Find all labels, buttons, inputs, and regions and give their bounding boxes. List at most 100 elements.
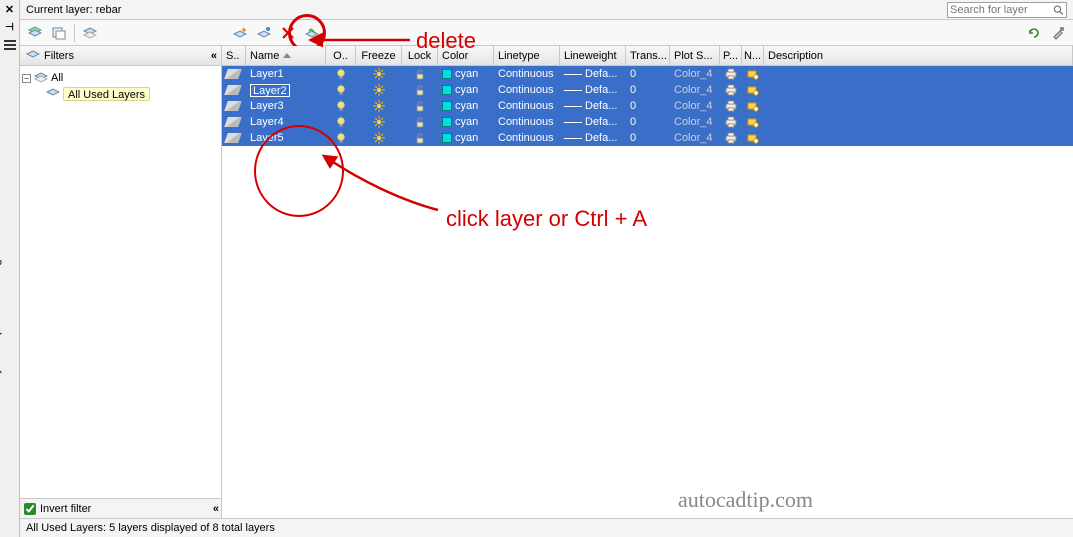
search-input[interactable] xyxy=(950,4,1051,16)
col-trans[interactable]: Trans... xyxy=(626,46,670,65)
printer-icon xyxy=(725,84,737,96)
col-freeze[interactable]: Freeze xyxy=(356,46,402,65)
col-plot[interactable]: P... xyxy=(720,46,742,65)
col-lock[interactable]: Lock xyxy=(402,46,438,65)
table-row[interactable]: Layer4cyanContinuousDefa...0Color_4 xyxy=(222,114,1073,130)
col-linetype[interactable]: Linetype xyxy=(494,46,560,65)
toolbar xyxy=(20,20,1073,46)
grid-header: S.. Name O.. Freeze Lock Color Linetype … xyxy=(222,46,1073,66)
table-row[interactable]: Layer2cyanContinuousDefa...0Color_4 xyxy=(222,82,1073,98)
lineweight: Defa... xyxy=(585,132,617,144)
plotstyle: Color_4 xyxy=(674,132,713,144)
filters-title: Filters xyxy=(44,50,74,62)
sun-icon xyxy=(373,68,385,80)
bulb-on-icon xyxy=(335,68,347,80)
invert-filter-label: Invert filter xyxy=(40,503,91,515)
col-lineweight[interactable]: Lineweight xyxy=(560,46,626,65)
layer-status-icon xyxy=(224,117,242,127)
transparency: 0 xyxy=(630,116,636,128)
layer-name: Layer5 xyxy=(250,132,284,144)
search-box[interactable] xyxy=(947,2,1067,18)
bulb-on-icon xyxy=(335,100,347,112)
sun-icon xyxy=(373,116,385,128)
color-name: cyan xyxy=(455,132,478,144)
invert-filter-checkbox[interactable] xyxy=(24,503,36,515)
lineweight: Defa... xyxy=(585,116,617,128)
printer-icon xyxy=(725,132,737,144)
lineweight-icon xyxy=(564,106,582,107)
color-swatch xyxy=(442,101,452,111)
col-name[interactable]: Name xyxy=(246,46,326,65)
linetype: Continuous xyxy=(498,132,554,144)
color-swatch xyxy=(442,117,452,127)
set-current-icon[interactable] xyxy=(303,24,321,42)
lineweight: Defa... xyxy=(585,84,617,96)
new-frozen-layer-icon[interactable] xyxy=(255,24,273,42)
linetype: Continuous xyxy=(498,84,554,96)
layer-states-manager-icon[interactable] xyxy=(50,24,68,42)
sort-asc-icon xyxy=(283,53,291,58)
table-row[interactable]: Layer5cyanContinuousDefa...0Color_4 xyxy=(222,130,1073,146)
layer-name: Layer1 xyxy=(250,68,284,80)
table-row[interactable]: Layer1cyanContinuousDefa...0Color_4 xyxy=(222,66,1073,82)
table-row[interactable]: Layer3cyanContinuousDefa...0Color_4 xyxy=(222,98,1073,114)
lineweight: Defa... xyxy=(585,68,617,80)
tree-root-all[interactable]: − All xyxy=(22,70,219,86)
plotstyle: Color_4 xyxy=(674,100,713,112)
filter-icon xyxy=(26,49,40,63)
menu-icon[interactable] xyxy=(3,38,17,52)
linetype: Continuous xyxy=(498,116,554,128)
new-vp-freeze-icon xyxy=(747,116,759,128)
pin-icon[interactable]: ⊣ xyxy=(3,20,17,34)
filters-header: Filters « xyxy=(20,46,221,66)
vertical-title: Layer Properties Manager xyxy=(0,248,2,387)
col-on[interactable]: O.. xyxy=(326,46,356,65)
new-layer-icon[interactable] xyxy=(231,24,249,42)
collapse-invert-icon[interactable]: « xyxy=(213,503,217,515)
linetype: Continuous xyxy=(498,100,554,112)
layer-status-icon xyxy=(224,85,242,95)
current-layer-label: Current layer: rebar xyxy=(26,4,121,16)
layer-status-icon xyxy=(224,101,242,111)
left-dock: ✕ ⊣ xyxy=(0,0,20,537)
color-swatch xyxy=(442,85,452,95)
col-newvp[interactable]: N... xyxy=(742,46,764,65)
color-name: cyan xyxy=(455,100,478,112)
layer-name: Layer2 xyxy=(250,84,290,97)
lineweight: Defa... xyxy=(585,100,617,112)
tree-child-all-used[interactable]: All Used Layers xyxy=(22,86,219,102)
printer-icon xyxy=(725,100,737,112)
layer-status-icon xyxy=(224,69,242,79)
printer-icon xyxy=(725,68,737,80)
unlock-icon xyxy=(414,84,426,96)
layers-icon xyxy=(34,71,48,85)
linetype: Continuous xyxy=(498,68,554,80)
settings-icon[interactable] xyxy=(1049,24,1067,42)
new-vp-freeze-icon xyxy=(747,68,759,80)
plotstyle: Color_4 xyxy=(674,84,713,96)
layers-icon xyxy=(46,87,60,101)
filters-panel: Filters « − All All Used Layers xyxy=(20,46,222,518)
transparency: 0 xyxy=(630,84,636,96)
col-status[interactable]: S.. xyxy=(222,46,246,65)
grid-body: Layer1 cyan Continuous Defa... 0 Color_4 Layer… xyxy=(222,66,1073,518)
layer-grid: S.. Name O.. Freeze Lock Color Linetype … xyxy=(222,46,1073,518)
expander-icon[interactable]: − xyxy=(22,74,31,83)
col-color[interactable]: Color xyxy=(438,46,494,65)
sun-icon xyxy=(373,84,385,96)
printer-icon xyxy=(725,116,737,128)
collapse-filters-icon[interactable]: « xyxy=(211,50,215,62)
layer-isolate-icon[interactable] xyxy=(81,24,99,42)
col-description[interactable]: Description xyxy=(764,46,1073,65)
new-layer-state-icon[interactable] xyxy=(26,24,44,42)
unlock-icon xyxy=(414,132,426,144)
delete-layer-icon[interactable] xyxy=(279,24,297,42)
refresh-icon[interactable] xyxy=(1025,24,1043,42)
lineweight-icon xyxy=(564,74,582,75)
plotstyle: Color_4 xyxy=(674,68,713,80)
status-bar: All Used Layers: 5 layers displayed of 8… xyxy=(20,519,1073,537)
close-icon[interactable]: ✕ xyxy=(3,2,17,16)
lineweight-icon xyxy=(564,122,582,123)
col-plotstyle[interactable]: Plot S... xyxy=(670,46,720,65)
new-vp-freeze-icon xyxy=(747,84,759,96)
